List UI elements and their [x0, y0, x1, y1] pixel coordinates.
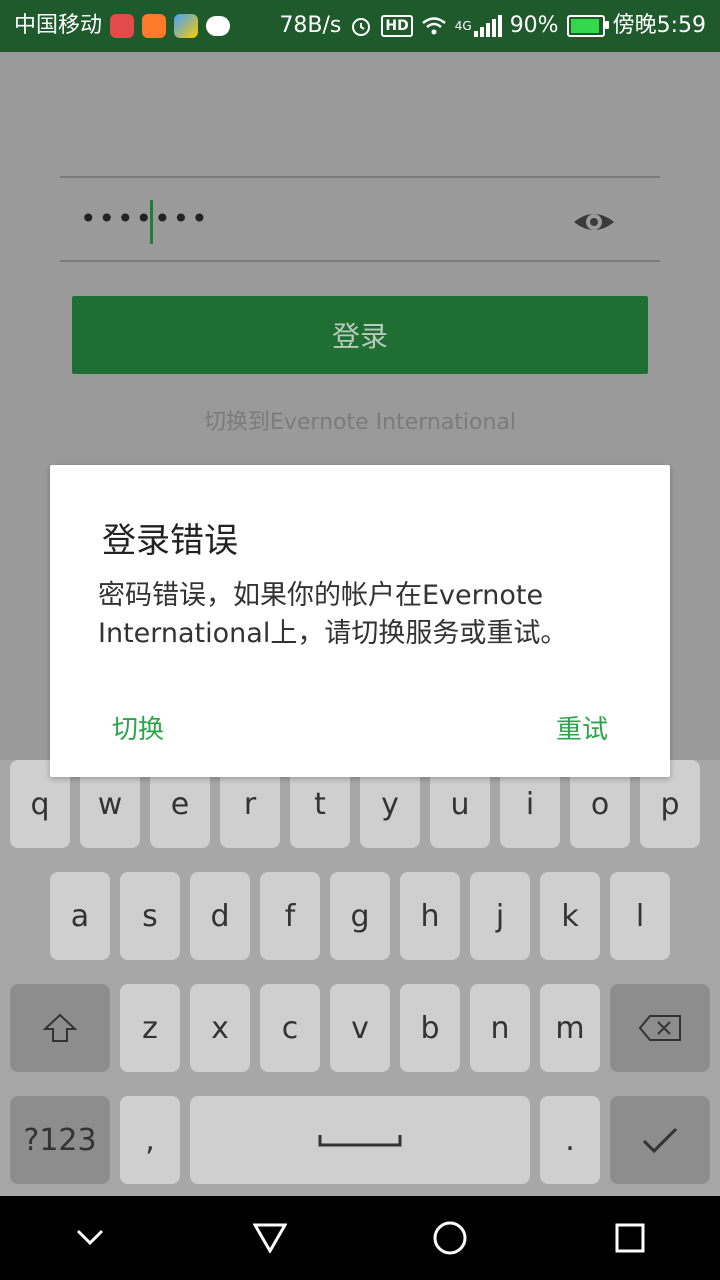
home-circle-icon[interactable]: [420, 1208, 480, 1268]
battery-percent: 90%: [509, 13, 559, 38]
key-l[interactable]: l: [610, 872, 670, 960]
key-s[interactable]: s: [120, 872, 180, 960]
key-m[interactable]: m: [540, 984, 600, 1072]
network-speed: 78B/s: [279, 13, 342, 38]
app-multicolor-icon: [174, 14, 199, 38]
wifi-icon: [421, 15, 447, 37]
key-j[interactable]: j: [470, 872, 530, 960]
recent-square-icon[interactable]: [600, 1208, 660, 1268]
signal-bars-icon: [473, 15, 502, 37]
password-field[interactable]: •••••••: [80, 202, 210, 235]
key-c[interactable]: c: [260, 984, 320, 1072]
key-g[interactable]: g: [330, 872, 390, 960]
login-error-dialog: 登录错误 密码错误，如果你的帐户在Evernote International上…: [50, 465, 670, 777]
key-h[interactable]: h: [400, 872, 460, 960]
carrier-label: 中国移动: [14, 13, 103, 38]
key-b[interactable]: b: [400, 984, 460, 1072]
retry-button[interactable]: 重试: [556, 709, 608, 746]
key-v[interactable]: v: [330, 984, 390, 1072]
key-x[interactable]: x: [190, 984, 250, 1072]
status-bar: 中国移动 78B/s HD 4G 90% 傍晚5:59: [0, 0, 720, 52]
switch-service-link[interactable]: 切换到Evernote International: [0, 404, 720, 436]
system-nav-bar: [0, 1196, 720, 1280]
clock-time: 傍晚5:59: [612, 13, 706, 38]
text-cursor: [150, 200, 153, 244]
back-chevron-icon[interactable]: [60, 1208, 120, 1268]
dialog-message: 密码错误，如果你的帐户在Evernote International上，请切换服…: [98, 580, 568, 649]
login-button[interactable]: 登录: [72, 296, 648, 374]
symbols-key[interactable]: ?123: [10, 1096, 110, 1184]
hd-icon: HD: [381, 15, 413, 37]
username-underline: [60, 176, 660, 178]
alarm-icon: [349, 14, 373, 38]
key-f[interactable]: f: [260, 872, 320, 960]
status-left: 中国移动: [14, 13, 231, 38]
key-d[interactable]: d: [190, 872, 250, 960]
key-k[interactable]: k: [540, 872, 600, 960]
app-red-icon: [110, 14, 135, 38]
key-n[interactable]: n: [470, 984, 530, 1072]
status-right: 78B/s HD 4G 90% 傍晚5:59: [279, 14, 706, 38]
network-type: 4G: [454, 19, 472, 33]
backspace-icon[interactable]: [610, 984, 710, 1072]
enter-check-icon[interactable]: [610, 1096, 710, 1184]
key-z[interactable]: z: [120, 984, 180, 1072]
battery-icon: [566, 15, 609, 37]
dialog-title: 登录错误: [102, 521, 238, 561]
switch-button[interactable]: 切换: [112, 709, 164, 746]
app-orange-icon: [142, 14, 167, 38]
key-a[interactable]: a: [50, 872, 110, 960]
password-underline: [60, 260, 660, 262]
period-key[interactable]: .: [540, 1096, 600, 1184]
shift-icon[interactable]: [10, 984, 110, 1072]
eye-icon[interactable]: [572, 204, 616, 240]
comma-key[interactable]: ,: [120, 1096, 180, 1184]
chat-bubble-icon: [206, 16, 231, 36]
home-triangle-icon[interactable]: [240, 1208, 300, 1268]
space-icon[interactable]: [190, 1096, 530, 1184]
